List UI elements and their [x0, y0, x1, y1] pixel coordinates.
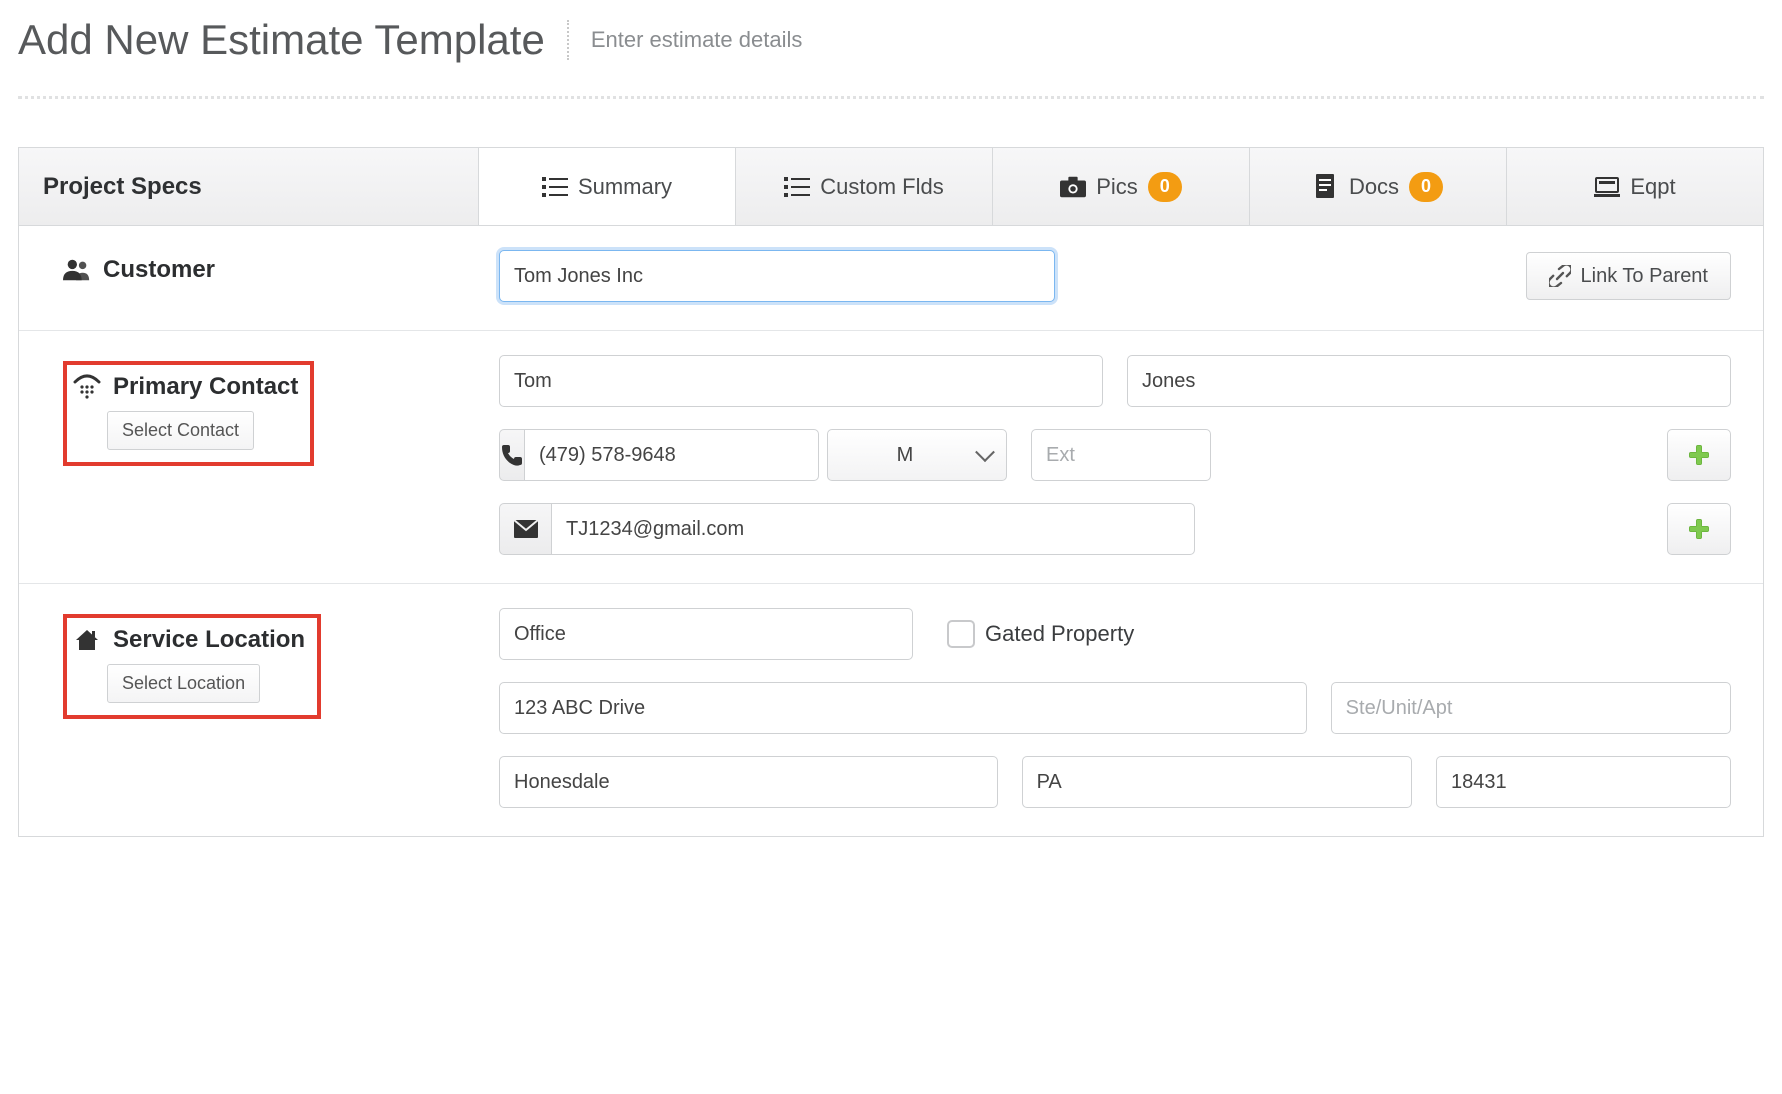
phone-group: [499, 429, 803, 481]
document-icon: [1313, 174, 1339, 200]
select-contact-button[interactable]: Select Contact: [107, 411, 254, 450]
first-name-input[interactable]: [499, 355, 1103, 407]
section-title: Project Specs: [19, 148, 479, 225]
tab-docs-label: Docs: [1349, 174, 1399, 200]
service-location-row: Service Location Select Location Gated P…: [19, 584, 1763, 836]
phone-icon: [499, 429, 524, 481]
docs-count-badge: 0: [1409, 172, 1443, 202]
service-location-label: Service Location: [113, 626, 305, 654]
plus-icon: [1687, 443, 1711, 467]
envelope-icon: [499, 503, 551, 555]
address1-input[interactable]: [499, 682, 1307, 734]
header-divider: [567, 20, 569, 60]
zip-input[interactable]: [1436, 756, 1731, 808]
home-icon: [73, 626, 101, 654]
tabs-bar: Project Specs Summary Custom Flds: [19, 148, 1763, 226]
phone-type-select[interactable]: M: [827, 429, 1007, 481]
phone-type-value: M: [897, 444, 914, 467]
customer-label: Customer: [103, 256, 215, 284]
plus-icon: [1687, 517, 1711, 541]
phone-input[interactable]: [524, 429, 819, 481]
email-input[interactable]: [551, 503, 1195, 555]
tab-pics-label: Pics: [1096, 174, 1138, 200]
tab-pics[interactable]: Pics 0: [993, 148, 1250, 225]
select-location-button[interactable]: Select Location: [107, 664, 260, 703]
add-phone-button[interactable]: [1667, 429, 1731, 481]
address2-input[interactable]: [1331, 682, 1731, 734]
last-name-input[interactable]: [1127, 355, 1731, 407]
page-subtitle: Enter estimate details: [591, 27, 803, 53]
pics-count-badge: 0: [1148, 172, 1182, 202]
project-specs-panel: Project Specs Summary Custom Flds: [18, 147, 1764, 837]
customer-input[interactable]: [499, 250, 1055, 302]
list-icon: [784, 174, 810, 200]
page-title: Add New Estimate Template: [18, 16, 545, 64]
gated-property-label: Gated Property: [985, 621, 1134, 647]
tab-eqpt[interactable]: Eqpt: [1507, 148, 1763, 225]
equipment-icon: [1594, 174, 1620, 200]
link-to-parent-button[interactable]: Link To Parent: [1526, 252, 1732, 300]
list-icon: [542, 174, 568, 200]
primary-contact-highlight: Primary Contact Select Contact: [63, 361, 314, 466]
tab-summary-label: Summary: [578, 174, 672, 200]
tab-summary[interactable]: Summary: [479, 148, 736, 225]
camera-icon: [1060, 174, 1086, 200]
city-input[interactable]: [499, 756, 998, 808]
location-name-input[interactable]: [499, 608, 913, 660]
state-input[interactable]: [1022, 756, 1412, 808]
link-icon: [1549, 265, 1571, 287]
tab-docs[interactable]: Docs 0: [1250, 148, 1507, 225]
customer-row: Customer Link To Parent: [19, 226, 1763, 331]
tab-custom-flds-label: Custom Flds: [820, 174, 943, 200]
dotted-rule: [18, 96, 1764, 99]
add-email-button[interactable]: [1667, 503, 1731, 555]
tab-custom-flds[interactable]: Custom Flds: [736, 148, 993, 225]
email-group: [499, 503, 1195, 555]
primary-contact-row: Primary Contact Select Contact: [19, 331, 1763, 584]
gated-property-checkbox[interactable]: [947, 620, 975, 648]
service-location-highlight: Service Location Select Location: [63, 614, 321, 719]
tab-eqpt-label: Eqpt: [1630, 174, 1675, 200]
phone-dial-icon: [73, 373, 101, 401]
link-to-parent-label: Link To Parent: [1581, 265, 1709, 288]
phone-ext-input[interactable]: [1031, 429, 1211, 481]
customer-icon: [63, 256, 91, 284]
primary-contact-label: Primary Contact: [113, 373, 298, 401]
